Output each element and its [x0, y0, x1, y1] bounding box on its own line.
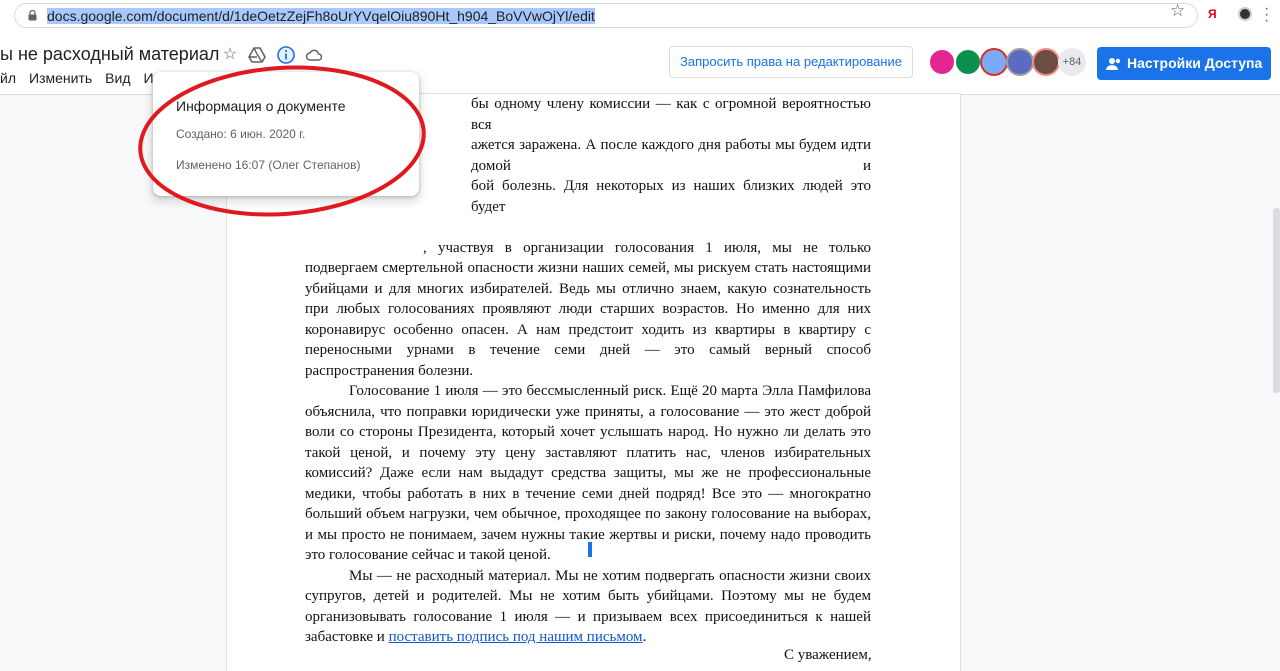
paragraph: Мы — не расходный материал. Мы не хотим … [305, 566, 871, 648]
extension-icon[interactable] [1238, 7, 1252, 21]
yandex-extension-icon[interactable]: Я [1208, 7, 1217, 21]
lock-icon [28, 10, 37, 21]
bookmark-star-icon[interactable]: ☆ [1170, 1, 1185, 21]
omnibox[interactable]: docs.google.com/document/d/1deOetzZejFh8… [14, 3, 1198, 28]
avatar[interactable] [1032, 48, 1060, 76]
paragraph-end: . [642, 629, 647, 645]
avatar[interactable] [980, 48, 1008, 76]
share-button[interactable]: Настройки Доступа [1097, 47, 1271, 80]
text-line-blank [305, 217, 871, 238]
info-icon[interactable] [277, 46, 295, 64]
menu-bar: йлИзменитьВидИн [0, 70, 174, 86]
cloud-saved-icon[interactable] [305, 46, 323, 64]
menu-file[interactable]: йл [0, 70, 16, 86]
signature-link[interactable]: поставить подпись под нашим письмом [389, 629, 643, 645]
document-title[interactable]: ы не расходный материал [0, 44, 219, 65]
avatar[interactable] [928, 48, 956, 76]
popup-title: Информация о документе [176, 98, 346, 114]
star-icon[interactable]: ☆ [221, 46, 239, 64]
closing-signature: С уважением, [784, 647, 872, 663]
url-selected: docs.google.com/document/d/1deOetzZejFh8… [47, 8, 595, 24]
more-collaborators-badge[interactable]: +84 [1058, 48, 1086, 76]
menu-view[interactable]: Вид [105, 70, 130, 86]
modified-date: Изменено 16:07 (Олег Степанов) [176, 158, 361, 172]
browser-address-bar: docs.google.com/document/d/1deOetzZejFh8… [0, 0, 1280, 32]
avatar[interactable] [1006, 48, 1034, 76]
paragraph: , участвуя в организации голосования 1 и… [305, 239, 871, 379]
request-edit-button[interactable]: Запросить права на редактирование [669, 46, 913, 78]
share-button-label: Настройки Доступа [1127, 55, 1263, 71]
created-date: Создано: 6 июн. 2020 г. [176, 127, 306, 141]
menu-edit[interactable]: Изменить [29, 70, 92, 86]
document-info-popup: Информация о документе Создано: 6 июн. 2… [153, 72, 419, 196]
avatar[interactable] [954, 48, 982, 76]
browser-menu-icon[interactable]: · · · [1264, 1, 1269, 29]
scrollbar[interactable] [1273, 208, 1280, 393]
paragraph: Голосование 1 июля — это бессмысленный р… [305, 383, 871, 563]
url-text[interactable]: docs.google.com/document/d/1deOetzZejFh8… [47, 8, 595, 25]
text-cursor [588, 542, 592, 557]
people-icon [1106, 58, 1121, 70]
drive-icon[interactable] [248, 46, 266, 64]
